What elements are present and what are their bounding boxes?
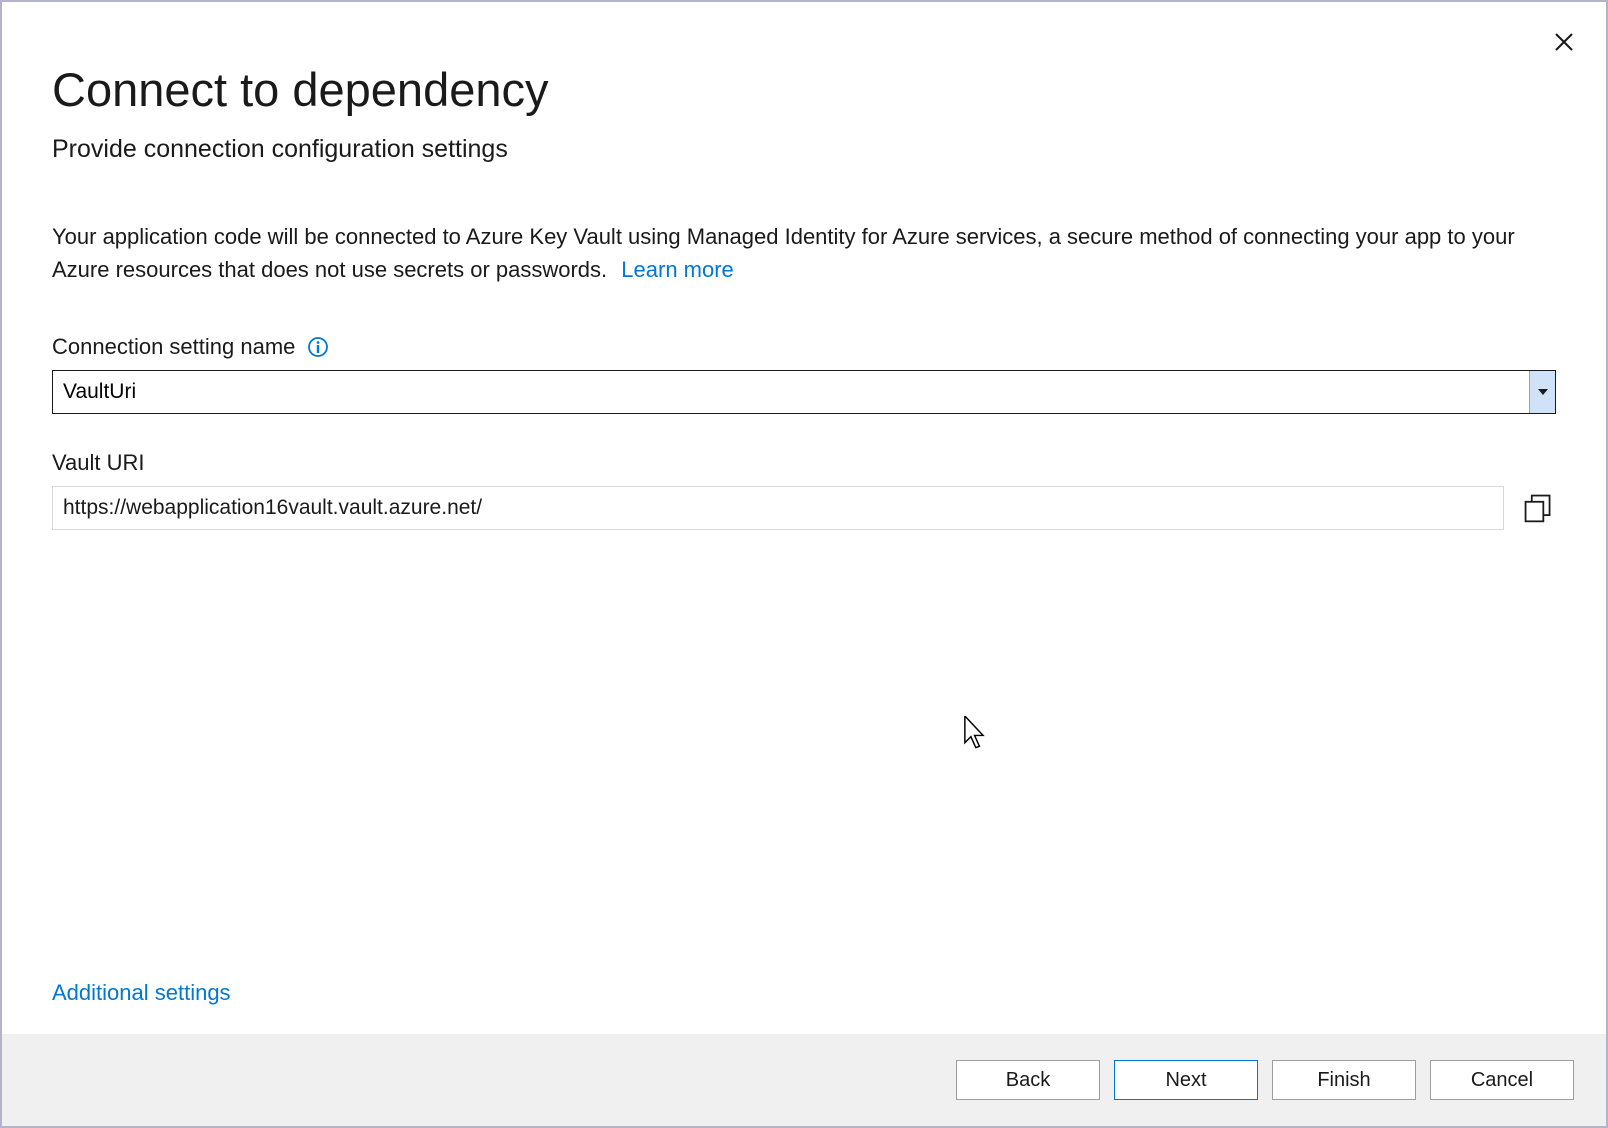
content-area: Connect to dependency Provide connection… <box>2 2 1606 1034</box>
next-button[interactable]: Next <box>1114 1060 1258 1100</box>
dialog-footer: Back Next Finish Cancel <box>2 1034 1606 1126</box>
dialog-container: Connect to dependency Provide connection… <box>0 0 1608 1128</box>
dialog-title: Connect to dependency <box>52 62 1556 117</box>
copy-icon <box>1522 492 1554 524</box>
connection-setting-label: Connection setting name <box>52 334 295 360</box>
vault-uri-row <box>52 486 1556 530</box>
cancel-button[interactable]: Cancel <box>1430 1060 1574 1100</box>
back-button[interactable]: Back <box>956 1060 1100 1100</box>
connection-setting-combobox[interactable] <box>52 370 1556 414</box>
connection-setting-dropdown-button[interactable] <box>1529 371 1555 413</box>
additional-settings-link[interactable]: Additional settings <box>52 980 1556 1006</box>
vault-uri-label: Vault URI <box>52 450 145 476</box>
chevron-down-icon <box>1538 389 1548 395</box>
vault-uri-label-row: Vault URI <box>52 450 1556 476</box>
vault-uri-field: Vault URI <box>52 450 1556 530</box>
copy-button[interactable] <box>1520 490 1556 526</box>
info-icon[interactable] <box>307 336 329 358</box>
dialog-subtitle: Provide connection configuration setting… <box>52 135 1556 164</box>
close-button[interactable] <box>1550 28 1578 56</box>
connection-setting-label-row: Connection setting name <box>52 334 1556 360</box>
finish-button[interactable]: Finish <box>1272 1060 1416 1100</box>
description-text: Your application code will be connected … <box>52 224 1515 282</box>
close-icon <box>1554 32 1574 52</box>
learn-more-link[interactable]: Learn more <box>621 257 734 282</box>
connection-setting-field: Connection setting name <box>52 334 1556 414</box>
connection-setting-input[interactable] <box>53 371 1529 413</box>
vault-uri-input[interactable] <box>52 486 1504 530</box>
dialog-description: Your application code will be connected … <box>52 220 1556 286</box>
